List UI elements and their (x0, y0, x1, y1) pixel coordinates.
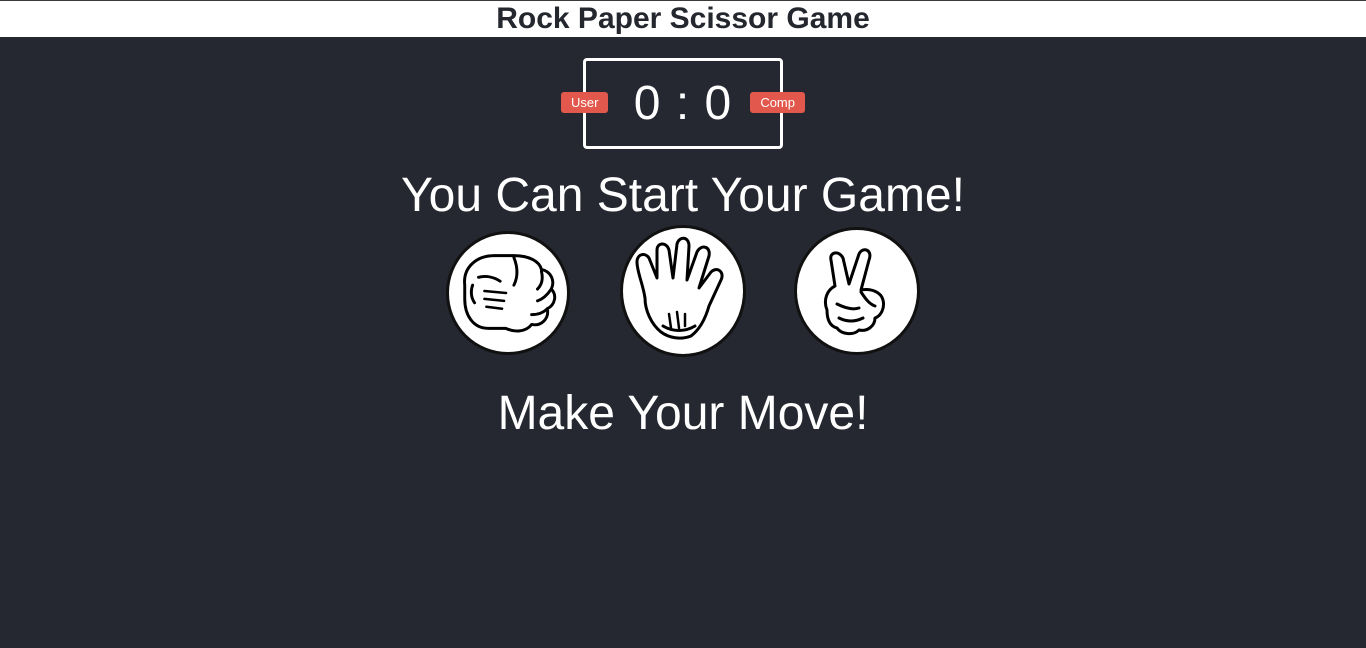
score-separator: : (675, 77, 691, 130)
paper-choice-button[interactable] (620, 225, 746, 357)
paper-hand-icon (635, 236, 724, 340)
result-message: You Can Start Your Game! (401, 169, 965, 222)
page-title: Rock Paper Scissor Game (496, 2, 870, 35)
scoreboard: User 0 : 0 Comp (561, 58, 805, 149)
user-label-badge: User (561, 92, 609, 113)
comp-score: 0 (704, 77, 733, 130)
scissors-choice-button[interactable] (794, 227, 920, 355)
action-message: Make Your Move! (497, 387, 869, 440)
user-score: 0 (633, 77, 662, 130)
rock-choice-button[interactable] (446, 231, 570, 355)
rock-hand-icon (463, 254, 557, 333)
header-bar: Rock Paper Scissor Game (0, 0, 1366, 37)
comp-label-badge: Comp (750, 92, 805, 113)
scissors-hand-icon (823, 248, 885, 336)
